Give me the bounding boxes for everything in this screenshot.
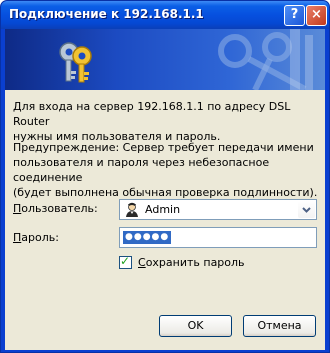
save-password-label[interactable]: Сохранить пароль [138, 256, 245, 269]
warning-line: (будет выполнена обычная проверка подлин… [13, 186, 318, 199]
dialog-title: Подключение к 192.168.1.1 [9, 7, 204, 21]
keys-icon [59, 42, 92, 83]
server-message: Для входа на сервер 192.168.1.1 по адрес… [13, 99, 313, 144]
checkmark-icon: ✓ [120, 254, 131, 268]
save-password-text: охранить пароль [145, 256, 245, 269]
warning-line: пользователя и пароля через небезопасное… [13, 156, 270, 184]
ok-button[interactable]: OK [159, 315, 232, 337]
server-message-line: Для входа на сервер 192.168.1.1 по адрес… [13, 100, 291, 128]
banner [5, 29, 325, 90]
password-field[interactable]: ●●●●● [119, 227, 317, 248]
password-label-text: ароль: [21, 231, 59, 244]
username-label-text: ользователь: [21, 202, 98, 215]
close-button[interactable]: × [306, 5, 327, 26]
user-icon [126, 202, 138, 217]
save-password-accesskey: С [138, 256, 146, 269]
login-dialog-window: Подключение к 192.168.1.1 ? × Для входа … [0, 0, 330, 353]
save-password-checkbox[interactable]: ✓ [119, 254, 132, 269]
security-warning: Предупреждение: Сервер требует передачи … [13, 140, 318, 200]
title-bar[interactable]: Подключение к 192.168.1.1 ? × [1, 1, 329, 29]
username-combobox[interactable]: Admin [119, 199, 317, 220]
username-value: Admin [145, 203, 181, 216]
username-dropdown-button[interactable] [298, 201, 315, 218]
keys-background-icon [218, 29, 313, 90]
help-button[interactable]: ? [284, 5, 305, 26]
warning-line: Предупреждение: Сервер требует передачи … [13, 141, 314, 154]
dialog-body: Для входа на сервер 192.168.1.1 по адрес… [5, 29, 325, 350]
chevron-down-icon [302, 207, 311, 213]
cancel-button[interactable]: Отмена [243, 315, 316, 337]
password-label: Пароль: [13, 231, 59, 244]
username-label: Пользователь: [13, 202, 98, 215]
password-masked-value: ●●●●● [123, 231, 172, 244]
